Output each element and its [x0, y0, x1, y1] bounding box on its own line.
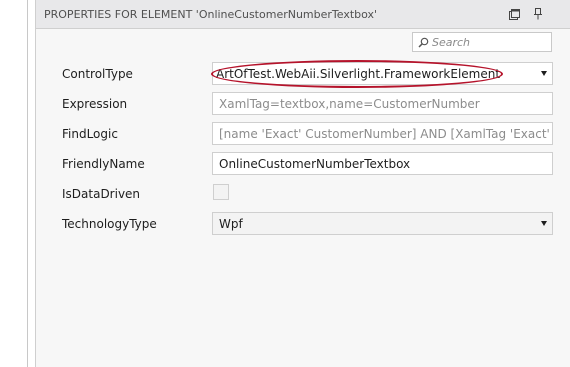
search-placeholder: Search — [432, 36, 471, 49]
expression-label: Expression — [62, 97, 128, 111]
technologytype-value: Wpf — [219, 217, 243, 231]
chevron-down-icon — [541, 221, 547, 226]
technologytype-label: TechnologyType — [62, 217, 157, 231]
findlogic-value: [name 'Exact' CustomerNumber] AND [XamlT… — [219, 127, 552, 141]
expression-value: XamlTag=textbox,name=CustomerNumber — [219, 97, 480, 111]
search-input[interactable]: Search — [412, 32, 552, 52]
isdatadriven-label: IsDataDriven — [62, 187, 141, 201]
restore-window-icon[interactable] — [506, 6, 522, 22]
expression-field[interactable]: XamlTag=textbox,name=CustomerNumber — [212, 92, 553, 115]
friendlyname-field[interactable]: OnlineCustomerNumberTextbox — [212, 152, 553, 175]
chevron-down-icon — [541, 71, 547, 76]
technologytype-dropdown[interactable]: Wpf — [212, 212, 553, 235]
friendlyname-label: FriendlyName — [62, 157, 145, 171]
properties-panel: PROPERTIES FOR ELEMENT 'OnlineCustomerNu… — [35, 0, 570, 367]
findlogic-field[interactable]: [name 'Exact' CustomerNumber] AND [XamlT… — [212, 122, 553, 145]
controltype-dropdown[interactable]: ArtOfTest.WebAii.Silverlight.FrameworkEl… — [212, 62, 553, 85]
pin-icon[interactable] — [530, 6, 546, 22]
controltype-value: ArtOfTest.WebAii.Silverlight.FrameworkEl… — [216, 67, 501, 81]
panel-title: PROPERTIES FOR ELEMENT 'OnlineCustomerNu… — [44, 8, 378, 21]
left-panel-edge — [0, 0, 28, 367]
isdatadriven-checkbox[interactable] — [213, 184, 229, 200]
findlogic-label: FindLogic — [62, 127, 118, 141]
friendlyname-value: OnlineCustomerNumberTextbox — [219, 157, 411, 171]
panel-titlebar: PROPERTIES FOR ELEMENT 'OnlineCustomerNu… — [36, 0, 570, 29]
controltype-label: ControlType — [62, 67, 133, 81]
search-icon — [418, 37, 429, 48]
